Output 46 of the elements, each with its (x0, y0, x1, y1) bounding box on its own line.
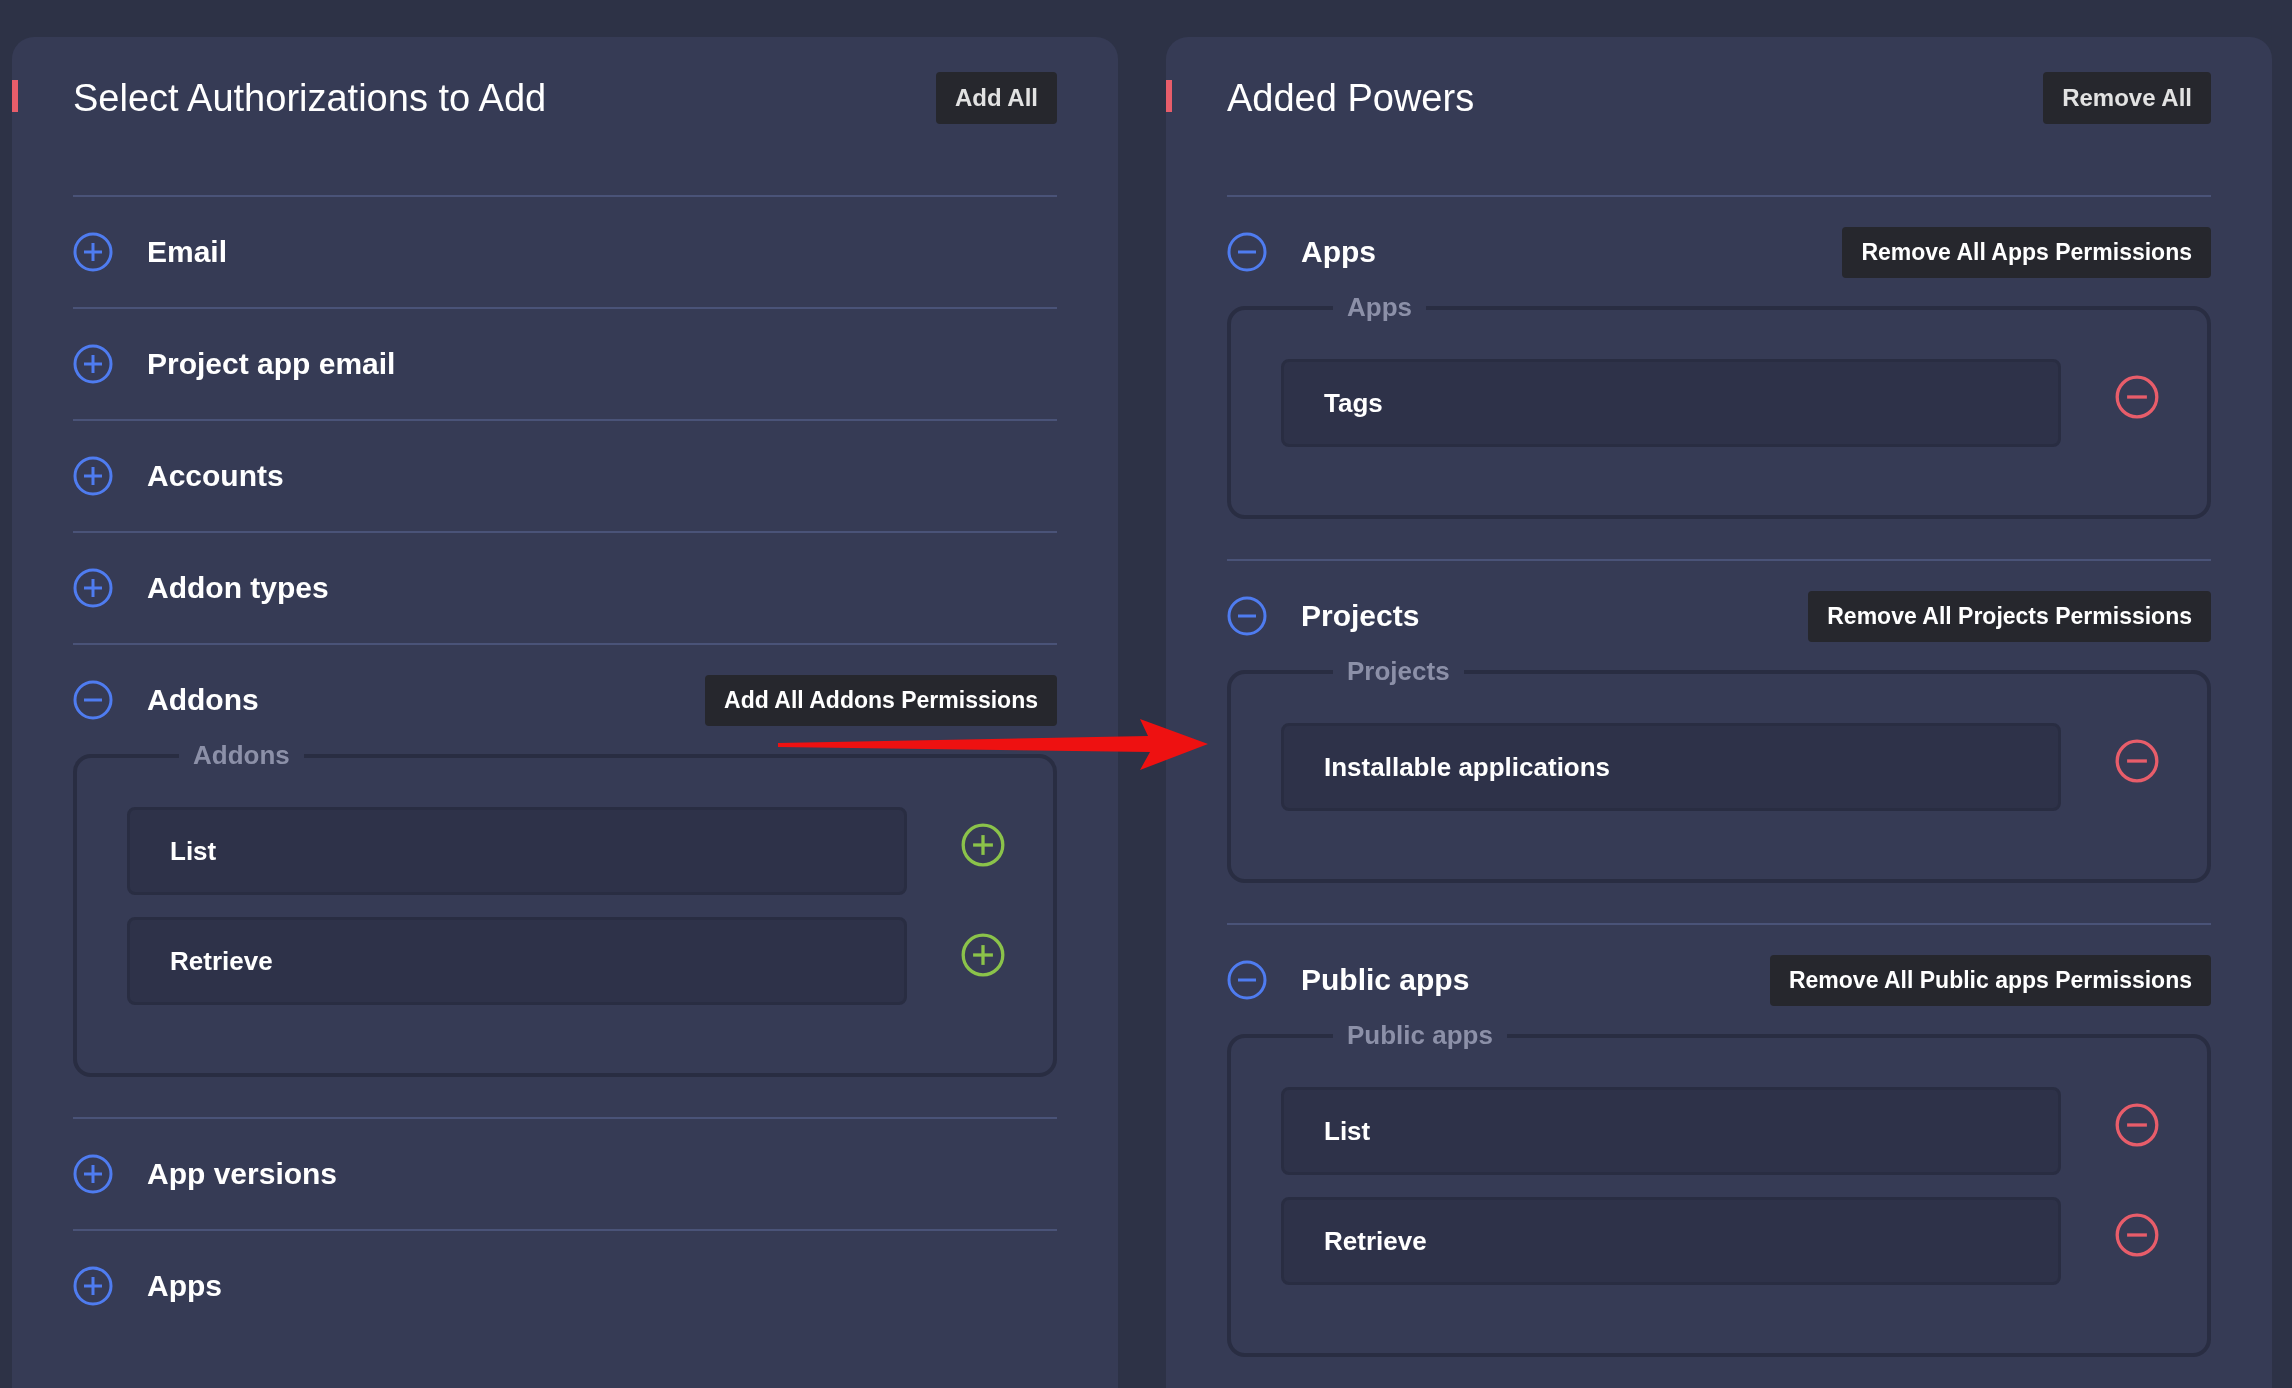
collapse-minus-icon[interactable] (1227, 596, 1267, 636)
section-title: Project app email (147, 347, 397, 381)
section-button[interactable]: Remove All Projects Permissions (1808, 590, 2211, 642)
collapse-minus-icon[interactable] (73, 680, 113, 720)
section-title: Apps (1301, 235, 1377, 269)
expand-plus-icon[interactable] (73, 232, 113, 272)
section-title: App versions (147, 1157, 339, 1191)
panel-title: Added Powers (1227, 76, 1475, 120)
group-legend: Public apps (1333, 1020, 1507, 1051)
remove-minus-icon[interactable] (2115, 375, 2159, 419)
section-title: Accounts (147, 459, 285, 493)
header-button[interactable]: Remove All (2043, 72, 2211, 124)
section-title: Apps (147, 1269, 223, 1303)
permission-item: List (1281, 1087, 2061, 1175)
accent-bar (12, 80, 18, 112)
add-plus-icon[interactable] (961, 823, 1005, 867)
expand-plus-icon[interactable] (73, 344, 113, 384)
add-plus-icon[interactable] (961, 933, 1005, 977)
expand-plus-icon[interactable] (73, 1154, 113, 1194)
permission-item: Tags (1281, 359, 2061, 447)
remove-minus-icon[interactable] (2115, 1213, 2159, 1257)
expand-plus-icon[interactable] (73, 1266, 113, 1306)
section-button[interactable]: Add All Addons Permissions (705, 674, 1057, 726)
section-button[interactable]: Remove All Public apps Permissions (1769, 954, 2211, 1006)
group-legend: Addons (179, 740, 304, 771)
header-button[interactable]: Add All (935, 72, 1057, 124)
section-button[interactable]: Remove All Apps Permissions (1842, 226, 2211, 278)
group-legend: Projects (1333, 656, 1464, 687)
expand-plus-icon[interactable] (73, 568, 113, 608)
panel-title: Select Authorizations to Add (73, 76, 547, 120)
collapse-minus-icon[interactable] (1227, 960, 1267, 1000)
permission-item: Retrieve (127, 917, 907, 1005)
collapse-minus-icon[interactable] (1227, 232, 1267, 272)
section-title: Projects (1301, 599, 1421, 633)
section-title: Addons (147, 683, 260, 717)
group-legend: Apps (1333, 292, 1426, 323)
section-title: Email (147, 235, 229, 269)
permission-item: Retrieve (1281, 1197, 2061, 1285)
section-title: Addon types (147, 571, 330, 605)
remove-minus-icon[interactable] (2115, 739, 2159, 783)
expand-plus-icon[interactable] (73, 456, 113, 496)
permission-item: Installable applications (1281, 723, 2061, 811)
accent-bar (1166, 80, 1172, 112)
section-title: Public apps (1301, 963, 1471, 997)
permission-item: List (127, 807, 907, 895)
remove-minus-icon[interactable] (2115, 1103, 2159, 1147)
